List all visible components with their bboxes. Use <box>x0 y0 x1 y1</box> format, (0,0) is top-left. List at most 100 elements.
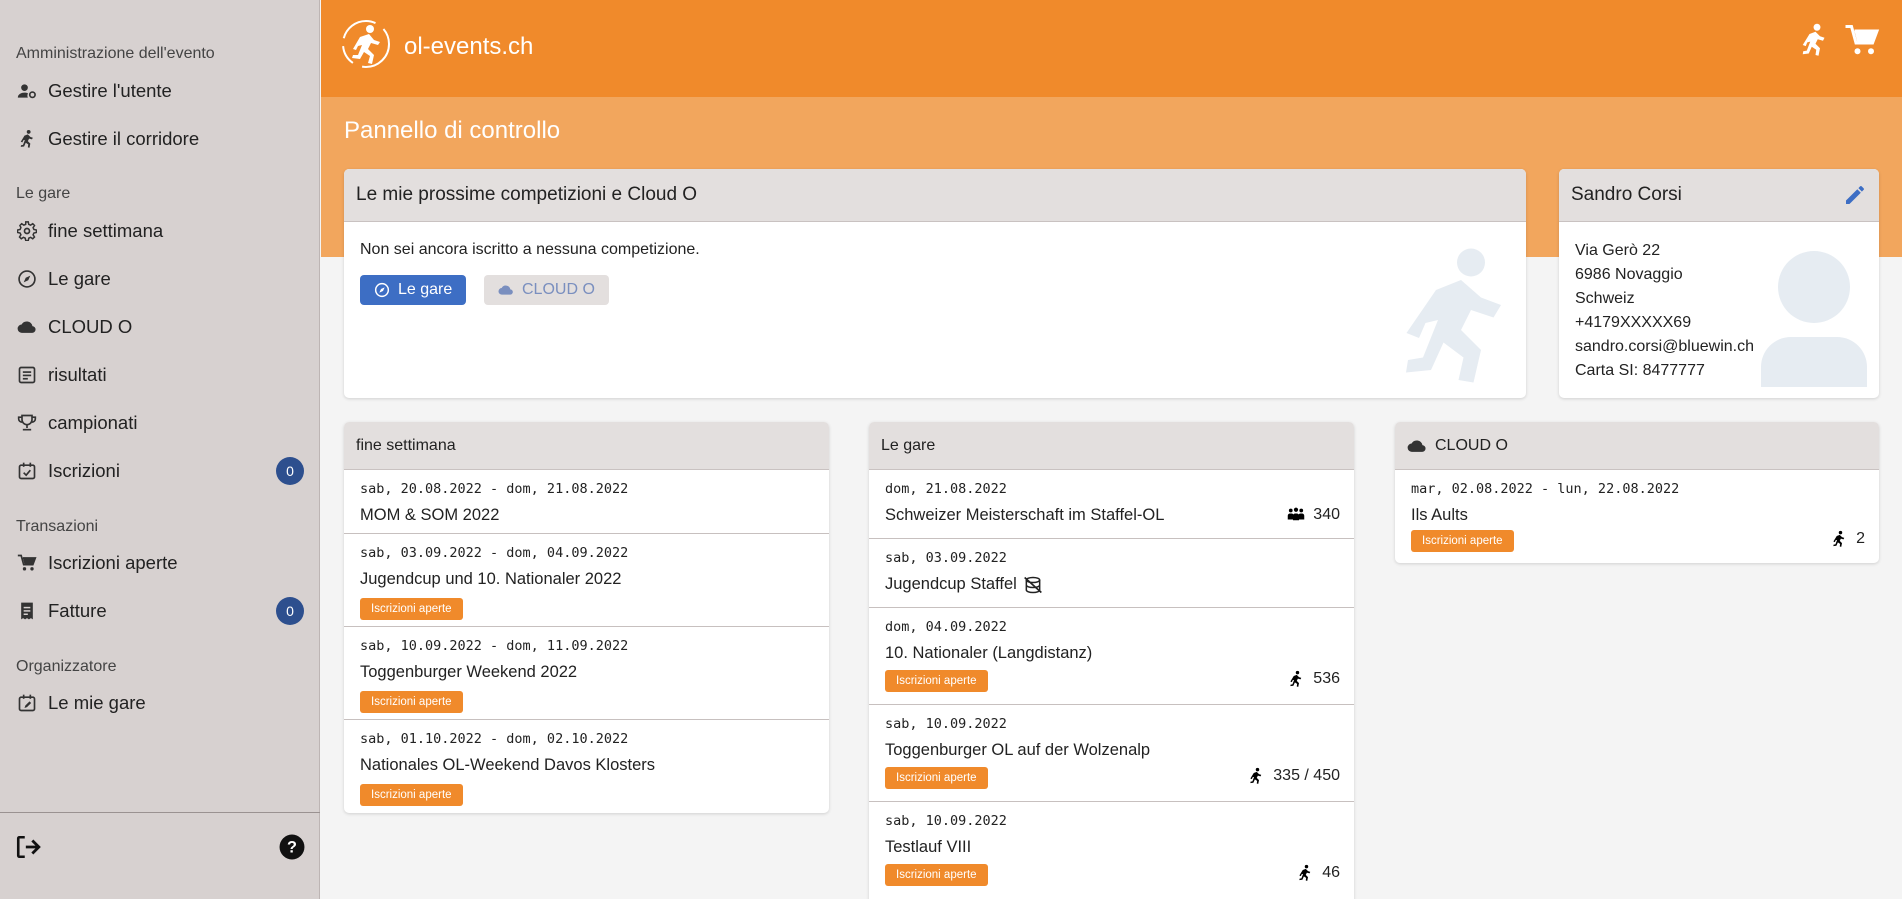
weekend-row[interactable]: sab, 03.09.2022 - dom, 04.09.2022 Jugend… <box>344 534 829 627</box>
registration-open-badge: Iscrizioni aperte <box>885 767 988 789</box>
profile-street: Via Gerò 22 <box>1575 242 1661 259</box>
avatar-placeholder-icon <box>1761 245 1867 387</box>
event-name: Schweizer Meisterschaft im Staffel-OL <box>885 506 1165 524</box>
sidebar-item-label: Iscrizioni <box>48 460 120 481</box>
card-title: CLOUD O <box>1395 422 1879 470</box>
event-name: Ils Aults <box>1411 506 1468 524</box>
event-name: Toggenburger Weekend 2022 <box>360 663 578 681</box>
sidebar-item-label: campionati <box>48 412 138 433</box>
sidebar-item-cloud[interactable]: CLOUD O <box>0 307 320 347</box>
sidebar-divider <box>0 812 320 813</box>
race-row[interactable]: sab, 03.09.2022 Jugendcup Staffel <box>869 539 1354 608</box>
sidebar-item-manage-runner[interactable]: Gestire il corridore <box>0 119 320 159</box>
weekend-card: fine settimana sab, 20.08.2022 - dom, 21… <box>344 422 829 813</box>
weekend-row[interactable]: sab, 01.10.2022 - dom, 02.10.2022 Nation… <box>344 720 829 813</box>
weekend-row[interactable]: sab, 10.09.2022 - dom, 11.09.2022 Toggen… <box>344 627 829 720</box>
sidebar-item-label: CLOUD O <box>48 316 133 337</box>
cart-icon[interactable] <box>1844 22 1880 58</box>
sidebar-group-organizer: Organizzatore <box>16 658 117 675</box>
sidebar-item-registrations[interactable]: Iscrizioni 0 <box>0 451 320 491</box>
event-date: sab, 03.09.2022 - dom, 04.09.2022 <box>360 545 629 561</box>
brand-name[interactable]: ol-events.ch <box>404 33 533 61</box>
registration-open-badge: Iscrizioni aperte <box>885 670 988 692</box>
race-row[interactable]: sab, 10.09.2022 Testlauf VIII Iscrizioni… <box>869 802 1354 899</box>
cloud-icon <box>1407 439 1426 452</box>
event-date: sab, 10.09.2022 - dom, 11.09.2022 <box>360 638 629 654</box>
participant-count: 536 <box>1287 670 1340 688</box>
card-title: Le mie prossime competizioni e Cloud O <box>344 169 1526 222</box>
participant-count: 46 <box>1296 864 1340 882</box>
sidebar-item-label: Fatture <box>48 600 107 621</box>
sidebar-item-label: Gestire il corridore <box>48 128 200 149</box>
profile-city: 6986 Novaggio <box>1575 266 1683 283</box>
event-name: 10. Nationaler (Langdistanz) <box>885 644 1093 662</box>
sidebar-item-label: fine settimana <box>48 220 164 241</box>
races-button[interactable]: Le gare <box>360 275 467 305</box>
sidebar-item-manage-user[interactable]: Gestire l'utente <box>0 71 320 111</box>
event-name: Nationales OL-Weekend Davos Klosters <box>360 756 656 774</box>
cart-icon <box>16 552 38 574</box>
runner-icon <box>16 128 38 150</box>
sidebar-item-weekend[interactable]: fine settimana <box>0 211 320 251</box>
profile-si-card: Carta SI: 8477777 <box>1575 362 1705 379</box>
sidebar-item-races[interactable]: Le gare <box>0 259 320 299</box>
sidebar-item-label: Iscrizioni aperte <box>48 552 178 573</box>
sidebar-item-open-registrations[interactable]: Iscrizioni aperte <box>0 543 320 583</box>
profile-name: Sandro Corsi <box>1559 169 1879 222</box>
runner-icon[interactable] <box>1796 22 1832 58</box>
sidebar-group-admin: Amministrazione dell'evento <box>16 45 215 62</box>
brand-logo-icon[interactable] <box>340 18 392 70</box>
profile-phone: +4179XXXXX69 <box>1575 314 1692 331</box>
race-row[interactable]: dom, 04.09.2022 10. Nationaler (Langdist… <box>869 608 1354 705</box>
weekend-row[interactable]: sab, 20.08.2022 - dom, 21.08.2022 MOM & … <box>344 470 829 534</box>
sidebar-item-label: Le mie gare <box>48 692 146 713</box>
race-row[interactable]: sab, 10.09.2022 Toggenburger OL auf der … <box>869 705 1354 802</box>
cloud-icon <box>16 316 38 338</box>
event-name: Jugendcup und 10. Nationaler 2022 <box>360 570 622 588</box>
database-slash-icon <box>1023 575 1043 595</box>
receipt-icon <box>16 600 38 622</box>
event-date: sab, 10.09.2022 <box>885 813 1007 829</box>
sidebar-item-championships[interactable]: campionati <box>0 403 320 443</box>
registration-open-badge: Iscrizioni aperte <box>360 784 463 806</box>
sidebar-item-invoices[interactable]: Fatture 0 <box>0 591 320 631</box>
event-name: Testlauf VIII <box>885 838 972 856</box>
no-registration-message: Non sei ancora iscritto a nessuna compet… <box>360 241 700 258</box>
cloud-icon <box>498 285 513 295</box>
sidebar: Amministrazione dell'evento Gestire l'ut… <box>0 0 320 899</box>
cloud-o-card: CLOUD O mar, 02.08.2022 - lun, 22.08.202… <box>1395 422 1879 563</box>
sidebar-item-results[interactable]: risultati <box>0 355 320 395</box>
logout-icon[interactable] <box>14 833 42 861</box>
event-date: sab, 20.08.2022 - dom, 21.08.2022 <box>360 481 629 497</box>
event-date: dom, 04.09.2022 <box>885 619 1007 635</box>
edit-pencil-icon[interactable] <box>1843 183 1867 207</box>
compass-icon <box>16 268 38 290</box>
cloud-o-button[interactable]: CLOUD O <box>484 275 609 305</box>
sidebar-item-my-races[interactable]: Le mie gare <box>0 683 320 723</box>
user-gear-icon <box>16 80 38 102</box>
registration-open-badge: Iscrizioni aperte <box>360 691 463 713</box>
help-icon[interactable]: ? <box>278 833 306 861</box>
participant-count: 340 <box>1287 506 1340 524</box>
calendar-check-icon <box>16 460 38 482</box>
registrations-count-badge: 0 <box>276 457 304 485</box>
upcoming-competitions-card: Le mie prossime competizioni e Cloud O N… <box>344 169 1526 398</box>
race-row[interactable]: dom, 21.08.2022 Schweizer Meisterschaft … <box>869 470 1354 539</box>
event-name: Jugendcup Staffel <box>885 575 1017 593</box>
runner-watermark-icon <box>1396 245 1516 385</box>
card-title: fine settimana <box>344 422 829 470</box>
cloud-row[interactable]: mar, 02.08.2022 - lun, 22.08.2022 Ils Au… <box>1395 470 1879 563</box>
svg-text:?: ? <box>287 838 297 856</box>
compass-icon <box>374 282 390 298</box>
team-icon <box>1288 507 1305 521</box>
runner-icon <box>1299 864 1311 881</box>
event-date: sab, 10.09.2022 <box>885 716 1007 732</box>
sidebar-item-label: Le gare <box>48 268 111 289</box>
card-title: Le gare <box>869 422 1354 470</box>
event-date: sab, 03.09.2022 <box>885 550 1007 566</box>
event-date: mar, 02.08.2022 - lun, 22.08.2022 <box>1411 481 1680 497</box>
event-date: dom, 21.08.2022 <box>885 481 1007 497</box>
sidebar-group-transactions: Transazioni <box>16 518 99 535</box>
races-card: Le gare dom, 21.08.2022 Schweizer Meiste… <box>869 422 1354 899</box>
registration-open-badge: Iscrizioni aperte <box>885 864 988 886</box>
